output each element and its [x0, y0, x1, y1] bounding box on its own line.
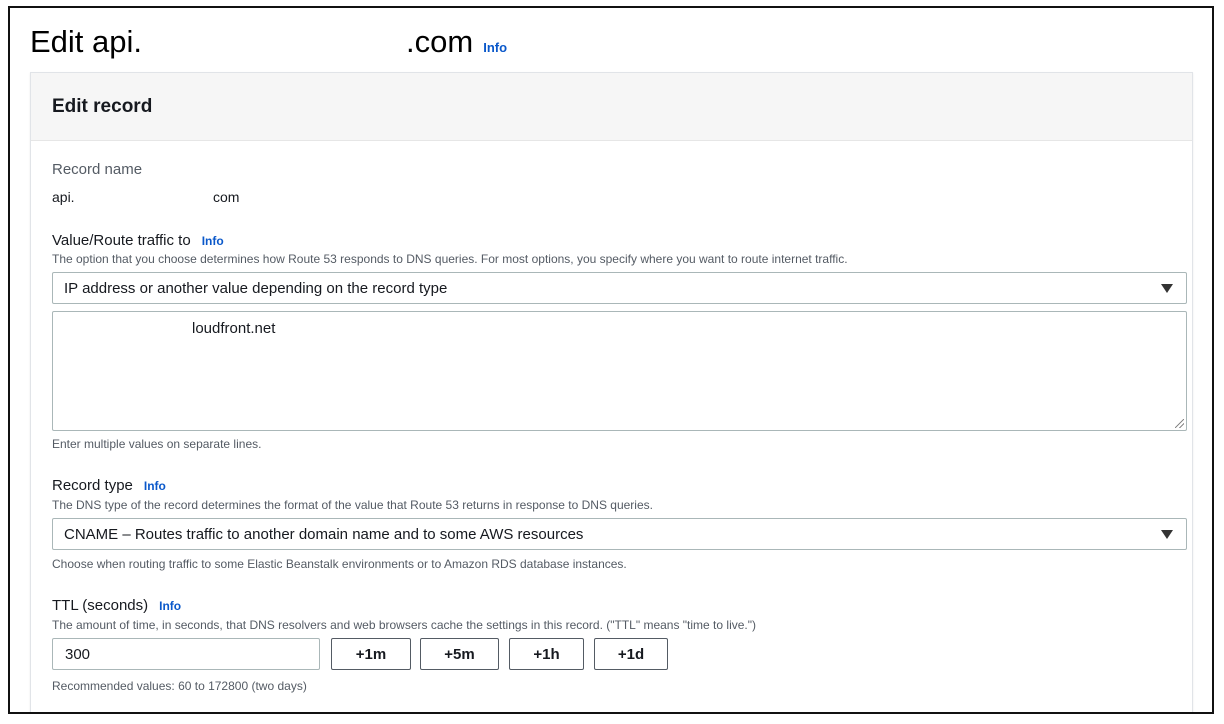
panel-header: Edit record [31, 73, 1192, 141]
route-traffic-select[interactable]: IP address or another value depending on… [52, 272, 1187, 304]
ttl-label-text: TTL (seconds) [52, 597, 149, 614]
route-traffic-label-text: Value/Route traffic to [52, 232, 191, 249]
ttl-add-1d-button[interactable]: +1d [594, 638, 668, 670]
route-traffic-description: The option that you choose determines ho… [52, 252, 848, 266]
ttl-hint: Recommended values: 60 to 172800 (two da… [52, 679, 307, 693]
panel-title: Edit record [52, 95, 153, 117]
record-value-hint: Enter multiple values on separate lines. [52, 437, 262, 451]
resize-handle-icon[interactable] [1175, 419, 1184, 428]
redacted-area [142, 18, 407, 52]
record-value-text: loudfront.net [192, 320, 276, 337]
record-type-hint: Choose when routing traffic to some Elas… [52, 557, 627, 571]
ttl-add-5m-button[interactable]: +5m [420, 638, 499, 670]
caret-down-icon [1161, 530, 1173, 539]
record-type-description: The DNS type of the record determines th… [52, 498, 653, 512]
ttl-input-value: 300 [65, 645, 91, 663]
record-value-textarea[interactable]: loudfront.net [52, 311, 1187, 431]
record-type-selected: CNAME – Routes traffic to another domain… [64, 525, 584, 543]
route-traffic-label: Value/Route traffic to Info [52, 232, 224, 249]
window-frame: Edit api. .com Info Edit record Record n… [8, 6, 1214, 714]
record-type-select[interactable]: CNAME – Routes traffic to another domain… [52, 518, 1187, 550]
record-type-label-text: Record type [52, 477, 133, 494]
page-title: Edit api. .com Info [30, 18, 507, 59]
route-traffic-info-link[interactable]: Info [202, 234, 224, 248]
record-name-prefix: api. [52, 189, 75, 205]
ttl-input[interactable]: 300 [52, 638, 320, 670]
page-info-link[interactable]: Info [483, 40, 507, 55]
page-title-suffix: .com [406, 24, 474, 59]
ttl-add-1h-button[interactable]: +1h [509, 638, 584, 670]
ttl-add-1m-button[interactable]: +1m [331, 638, 411, 670]
record-name-label: Record name [52, 161, 143, 178]
ttl-info-link[interactable]: Info [159, 599, 181, 613]
edit-record-panel: Edit record Record name api. com Value/R… [30, 72, 1193, 712]
caret-down-icon [1161, 284, 1173, 293]
record-type-label: Record type Info [52, 477, 166, 494]
ttl-description: The amount of time, in seconds, that DNS… [52, 618, 756, 632]
ttl-label: TTL (seconds) Info [52, 597, 181, 614]
page-title-prefix: Edit api. [30, 24, 143, 59]
record-name-suffix: com [213, 189, 240, 205]
route-traffic-selected: IP address or another value depending on… [64, 279, 448, 297]
record-type-info-link[interactable]: Info [144, 479, 166, 493]
